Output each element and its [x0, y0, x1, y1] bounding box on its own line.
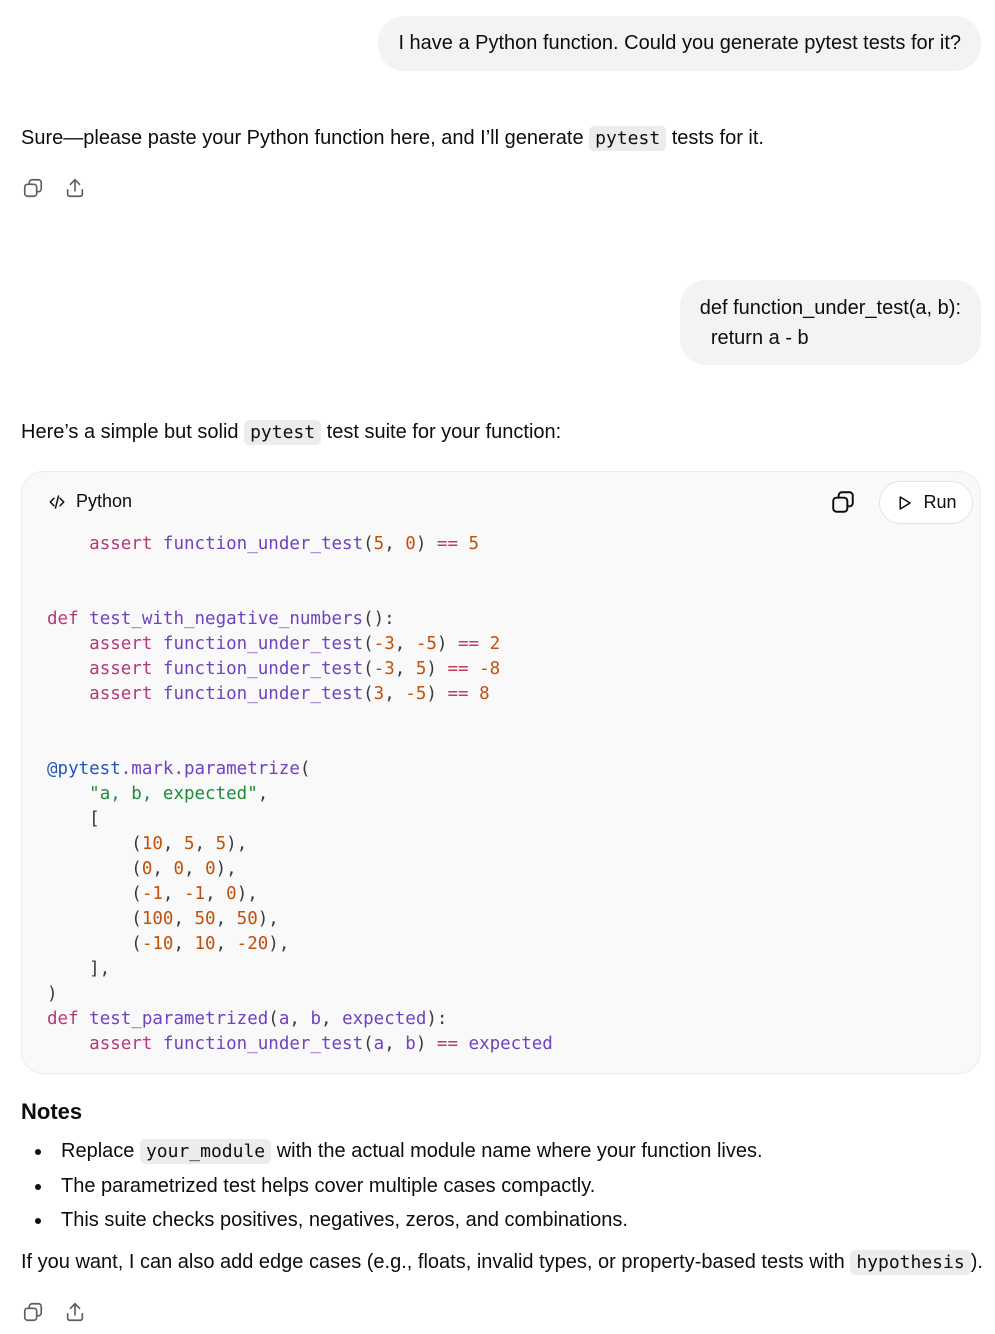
run-code-button[interactable]: Run: [879, 481, 973, 524]
message-actions: [21, 1300, 87, 1324]
code-block-header: Python Run: [22, 472, 980, 532]
inline-code: your_module: [139, 1139, 272, 1164]
list-item: This suite checks positives, negatives, …: [21, 1205, 763, 1235]
inline-code: hypothesis: [850, 1250, 971, 1275]
reply-text: Here’s a simple but solid: [21, 421, 245, 443]
user-message-line: def function_under_test(a, b):: [699, 297, 961, 319]
user-message-bubble: I have a Python function. Could you gene…: [378, 16, 981, 71]
user-message-line: return a - b: [699, 327, 809, 349]
copy-icon: [23, 178, 43, 198]
copy-button[interactable]: [21, 1300, 45, 1324]
code-content: assert function_under_test(5, 0) == 5 de…: [47, 534, 553, 1054]
share-button[interactable]: [63, 1300, 87, 1324]
closing-text: ).: [970, 1251, 983, 1273]
closing-text: If you want, I can also add edge cases (…: [21, 1251, 851, 1273]
list-item: The parametrized test helps cover multip…: [21, 1171, 763, 1201]
copy-icon: [832, 491, 854, 513]
share-icon: [66, 1302, 84, 1322]
reply-text: test suite for your function:: [321, 421, 562, 443]
note-text: with the actual module name where your f…: [271, 1140, 763, 1162]
code-language: Python: [76, 491, 133, 511]
share-button[interactable]: [63, 176, 87, 200]
user-message-bubble: def function_under_test(a, b): return a …: [679, 280, 981, 365]
assistant-reply: Sure—please paste your Python function h…: [21, 123, 764, 154]
reply-text: Sure—please paste your Python function h…: [21, 127, 590, 149]
code-block: Python Run assert function_under_test(5,…: [21, 471, 981, 1074]
notes-list: Replace your_module with the actual modu…: [21, 1136, 763, 1235]
copy-button[interactable]: [21, 176, 45, 200]
note-text: Replace: [61, 1140, 140, 1162]
copy-code-button[interactable]: [830, 489, 856, 515]
play-icon: [899, 495, 912, 510]
run-label: Run: [923, 492, 957, 512]
message-actions: [21, 176, 87, 200]
code-icon: [49, 494, 65, 509]
inline-code: pytest: [244, 420, 322, 445]
assistant-reply-intro: Here’s a simple but solid pytest test su…: [21, 417, 561, 448]
share-icon: [66, 178, 84, 198]
list-item: Replace your_module with the actual modu…: [21, 1136, 763, 1167]
code-language-label: Python: [48, 491, 132, 512]
inline-code: pytest: [589, 126, 667, 151]
closing-paragraph: If you want, I can also add edge cases (…: [21, 1247, 983, 1278]
reply-text: tests for it.: [666, 127, 764, 149]
copy-icon: [23, 1302, 43, 1322]
user-message-text: I have a Python function. Could you gene…: [398, 32, 961, 54]
notes-heading: Notes: [21, 1099, 83, 1124]
